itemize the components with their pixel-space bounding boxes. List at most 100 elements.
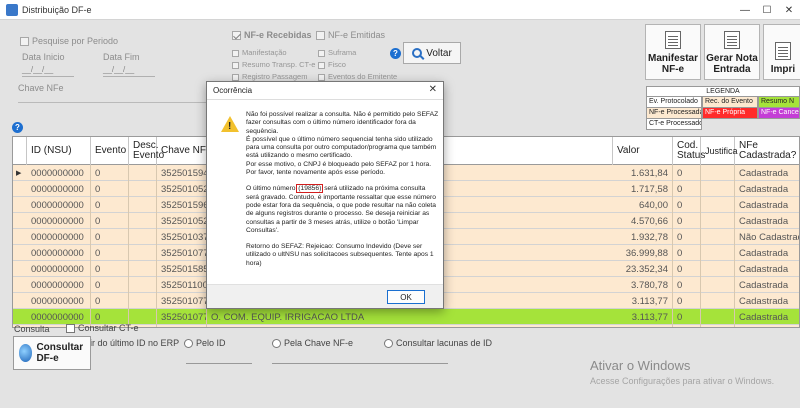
printer-icon xyxy=(775,42,791,60)
search-icon xyxy=(412,48,423,58)
radio-label: Pela Chave NF-e xyxy=(284,338,354,348)
help-icon[interactable]: ? xyxy=(12,122,23,133)
help-icon[interactable]: ? xyxy=(390,48,401,59)
table-cell: 0 xyxy=(91,293,129,309)
table-cell: 0 xyxy=(673,197,701,213)
col-id-nsu[interactable]: ID (NSU) xyxy=(27,137,91,165)
table-cell: Cadastrada xyxy=(735,197,799,213)
table-cell: Cadastrada xyxy=(735,181,799,197)
suframa-checkbox[interactable]: Suframa xyxy=(318,48,356,57)
table-cell: Cadastrada xyxy=(735,309,799,325)
table-cell: 0000000000 xyxy=(27,245,91,261)
table-cell xyxy=(701,229,735,245)
table-cell: 1.717,58 xyxy=(613,181,673,197)
col-valor[interactable]: Valor xyxy=(613,137,673,165)
data-inicio-field[interactable]: __/__/__ xyxy=(22,65,74,77)
col-cod-status[interactable]: Cod. Status xyxy=(673,137,705,165)
nfe-emitidas-checkbox[interactable]: NF-e Emitidas xyxy=(316,30,385,41)
table-cell: 35250107702 xyxy=(157,309,207,325)
data-inicio-label: Data Inicio xyxy=(22,52,65,62)
legend-nfe-propria: NF-e Própria xyxy=(702,108,758,119)
pela-chave-input[interactable] xyxy=(272,363,448,364)
table-cell xyxy=(129,165,157,181)
checkbox-box xyxy=(232,73,239,81)
legend-resumo: Resumo N xyxy=(758,97,800,108)
table-cell xyxy=(129,245,157,261)
data-fim-field[interactable]: __/__/__ xyxy=(103,65,155,77)
message-p5-end: será utilizado na próxima consulta será … xyxy=(246,185,436,234)
gerar-nota-entrada-button[interactable]: Gerar Nota Entrada xyxy=(704,24,760,80)
table-cell: 0 xyxy=(673,309,701,325)
pelo-id-input[interactable] xyxy=(186,363,252,364)
radio-circle xyxy=(272,339,281,349)
close-button[interactable]: ✕ xyxy=(778,0,800,20)
table-cell: 370,00 xyxy=(613,325,673,327)
minimize-button[interactable]: — xyxy=(734,0,756,20)
table-cell: 35250103755 xyxy=(157,229,207,245)
document-icon xyxy=(665,31,681,49)
col-justificativa[interactable]: Justifica xyxy=(701,137,738,165)
windows-activation-watermark: Ativar o Windows xyxy=(590,358,691,373)
table-cell: ELETRICOS E AR CONDICIONADO LTDA xyxy=(207,325,613,327)
radio-label: Consultar lacunas de ID xyxy=(396,338,493,348)
message-p6: Retorno do SEFAZ: Rejeicao: Consumo Inde… xyxy=(246,243,434,267)
table-cell: 35250105200 xyxy=(157,181,207,197)
imprimir-label: Impri xyxy=(770,64,796,75)
option-label: Manifestação xyxy=(242,48,287,57)
table-cell xyxy=(701,309,735,325)
consultar-cte-checkbox[interactable]: Consultar CT-e xyxy=(66,323,139,334)
table-cell xyxy=(129,277,157,293)
table-cell: 0 xyxy=(91,261,129,277)
resumo-transp-checkbox[interactable]: Resumo Transp. CT-e xyxy=(232,60,315,69)
table-cell: 0 xyxy=(91,181,129,197)
globe-icon xyxy=(19,344,33,362)
radio-pela-chave[interactable]: Pela Chave NF-e xyxy=(272,338,354,349)
table-cell: 0000000000 xyxy=(27,213,91,229)
radio-pelo-id[interactable]: Pelo ID xyxy=(184,338,226,349)
manifestacao-checkbox[interactable]: Manifestação xyxy=(232,48,287,57)
checkbox-box xyxy=(232,61,239,69)
nsu-number-highlight: (19856) xyxy=(296,184,324,194)
nfe-recebidas-checkbox[interactable]: NF-e Recebidas xyxy=(232,30,312,41)
ok-button[interactable]: OK xyxy=(387,290,425,304)
voltar-button[interactable]: Voltar xyxy=(403,42,461,64)
radio-circle xyxy=(384,339,393,349)
col-nfe-cadastrada[interactable]: NFe Cadastrada? xyxy=(735,137,799,165)
table-cell xyxy=(701,165,735,181)
table-cell: 35250105200 xyxy=(157,325,207,327)
registro-passagem-checkbox[interactable]: Registro Passagem xyxy=(232,72,307,81)
table-cell: 0 xyxy=(91,277,129,293)
table-cell: 35250158512 xyxy=(157,261,207,277)
table-cell: 35250159665 xyxy=(157,197,207,213)
checkbox-box xyxy=(318,73,325,81)
radio-label: Pelo ID xyxy=(196,338,226,348)
pesquise-periodo-checkbox[interactable]: Pesquise por Periodo xyxy=(20,36,118,47)
col-desc-evento[interactable]: Desc. Evento xyxy=(129,137,164,165)
option-label: Registro Passagem xyxy=(242,72,308,81)
table-cell xyxy=(701,245,735,261)
option-label: Suframa xyxy=(328,48,357,57)
imprimir-button[interactable]: Impri xyxy=(763,24,800,80)
manifestar-label: Manifestar NF-e xyxy=(647,53,698,75)
consulta-group-label: Consulta xyxy=(14,324,50,334)
dialog-close-button[interactable]: ✕ xyxy=(429,84,437,95)
maximize-button[interactable]: ☐ xyxy=(756,0,778,20)
col-evento[interactable]: Evento xyxy=(91,137,129,165)
consultar-dfe-button[interactable]: Consultar DF-e xyxy=(13,336,91,370)
fisco-checkbox[interactable]: Fisco xyxy=(318,60,346,69)
checkbox-box xyxy=(318,61,325,69)
chave-nfe-label: Chave NFe xyxy=(18,83,64,93)
table-cell: 0 xyxy=(673,213,701,229)
windows-activation-subtext: Acesse Configurações para ativar o Windo… xyxy=(590,376,775,386)
table-cell: 0000000000 xyxy=(27,197,91,213)
option-label: Fisco xyxy=(328,60,346,69)
eventos-emitente-checkbox[interactable]: Eventos do Emitente xyxy=(318,72,397,81)
radio-lacunas[interactable]: Consultar lacunas de ID xyxy=(384,338,493,349)
table-cell: 35250107702 xyxy=(157,245,207,261)
table-cell: Cadastrada xyxy=(735,261,799,277)
table-cell xyxy=(129,293,157,309)
manifestar-nfe-button[interactable]: Manifestar NF-e xyxy=(645,24,701,80)
checkbox-box xyxy=(232,31,241,41)
ocorrencia-dialog: Ocorrência ✕ ! Não foi possível realizar… xyxy=(206,81,444,309)
voltar-label: Voltar xyxy=(426,47,452,59)
